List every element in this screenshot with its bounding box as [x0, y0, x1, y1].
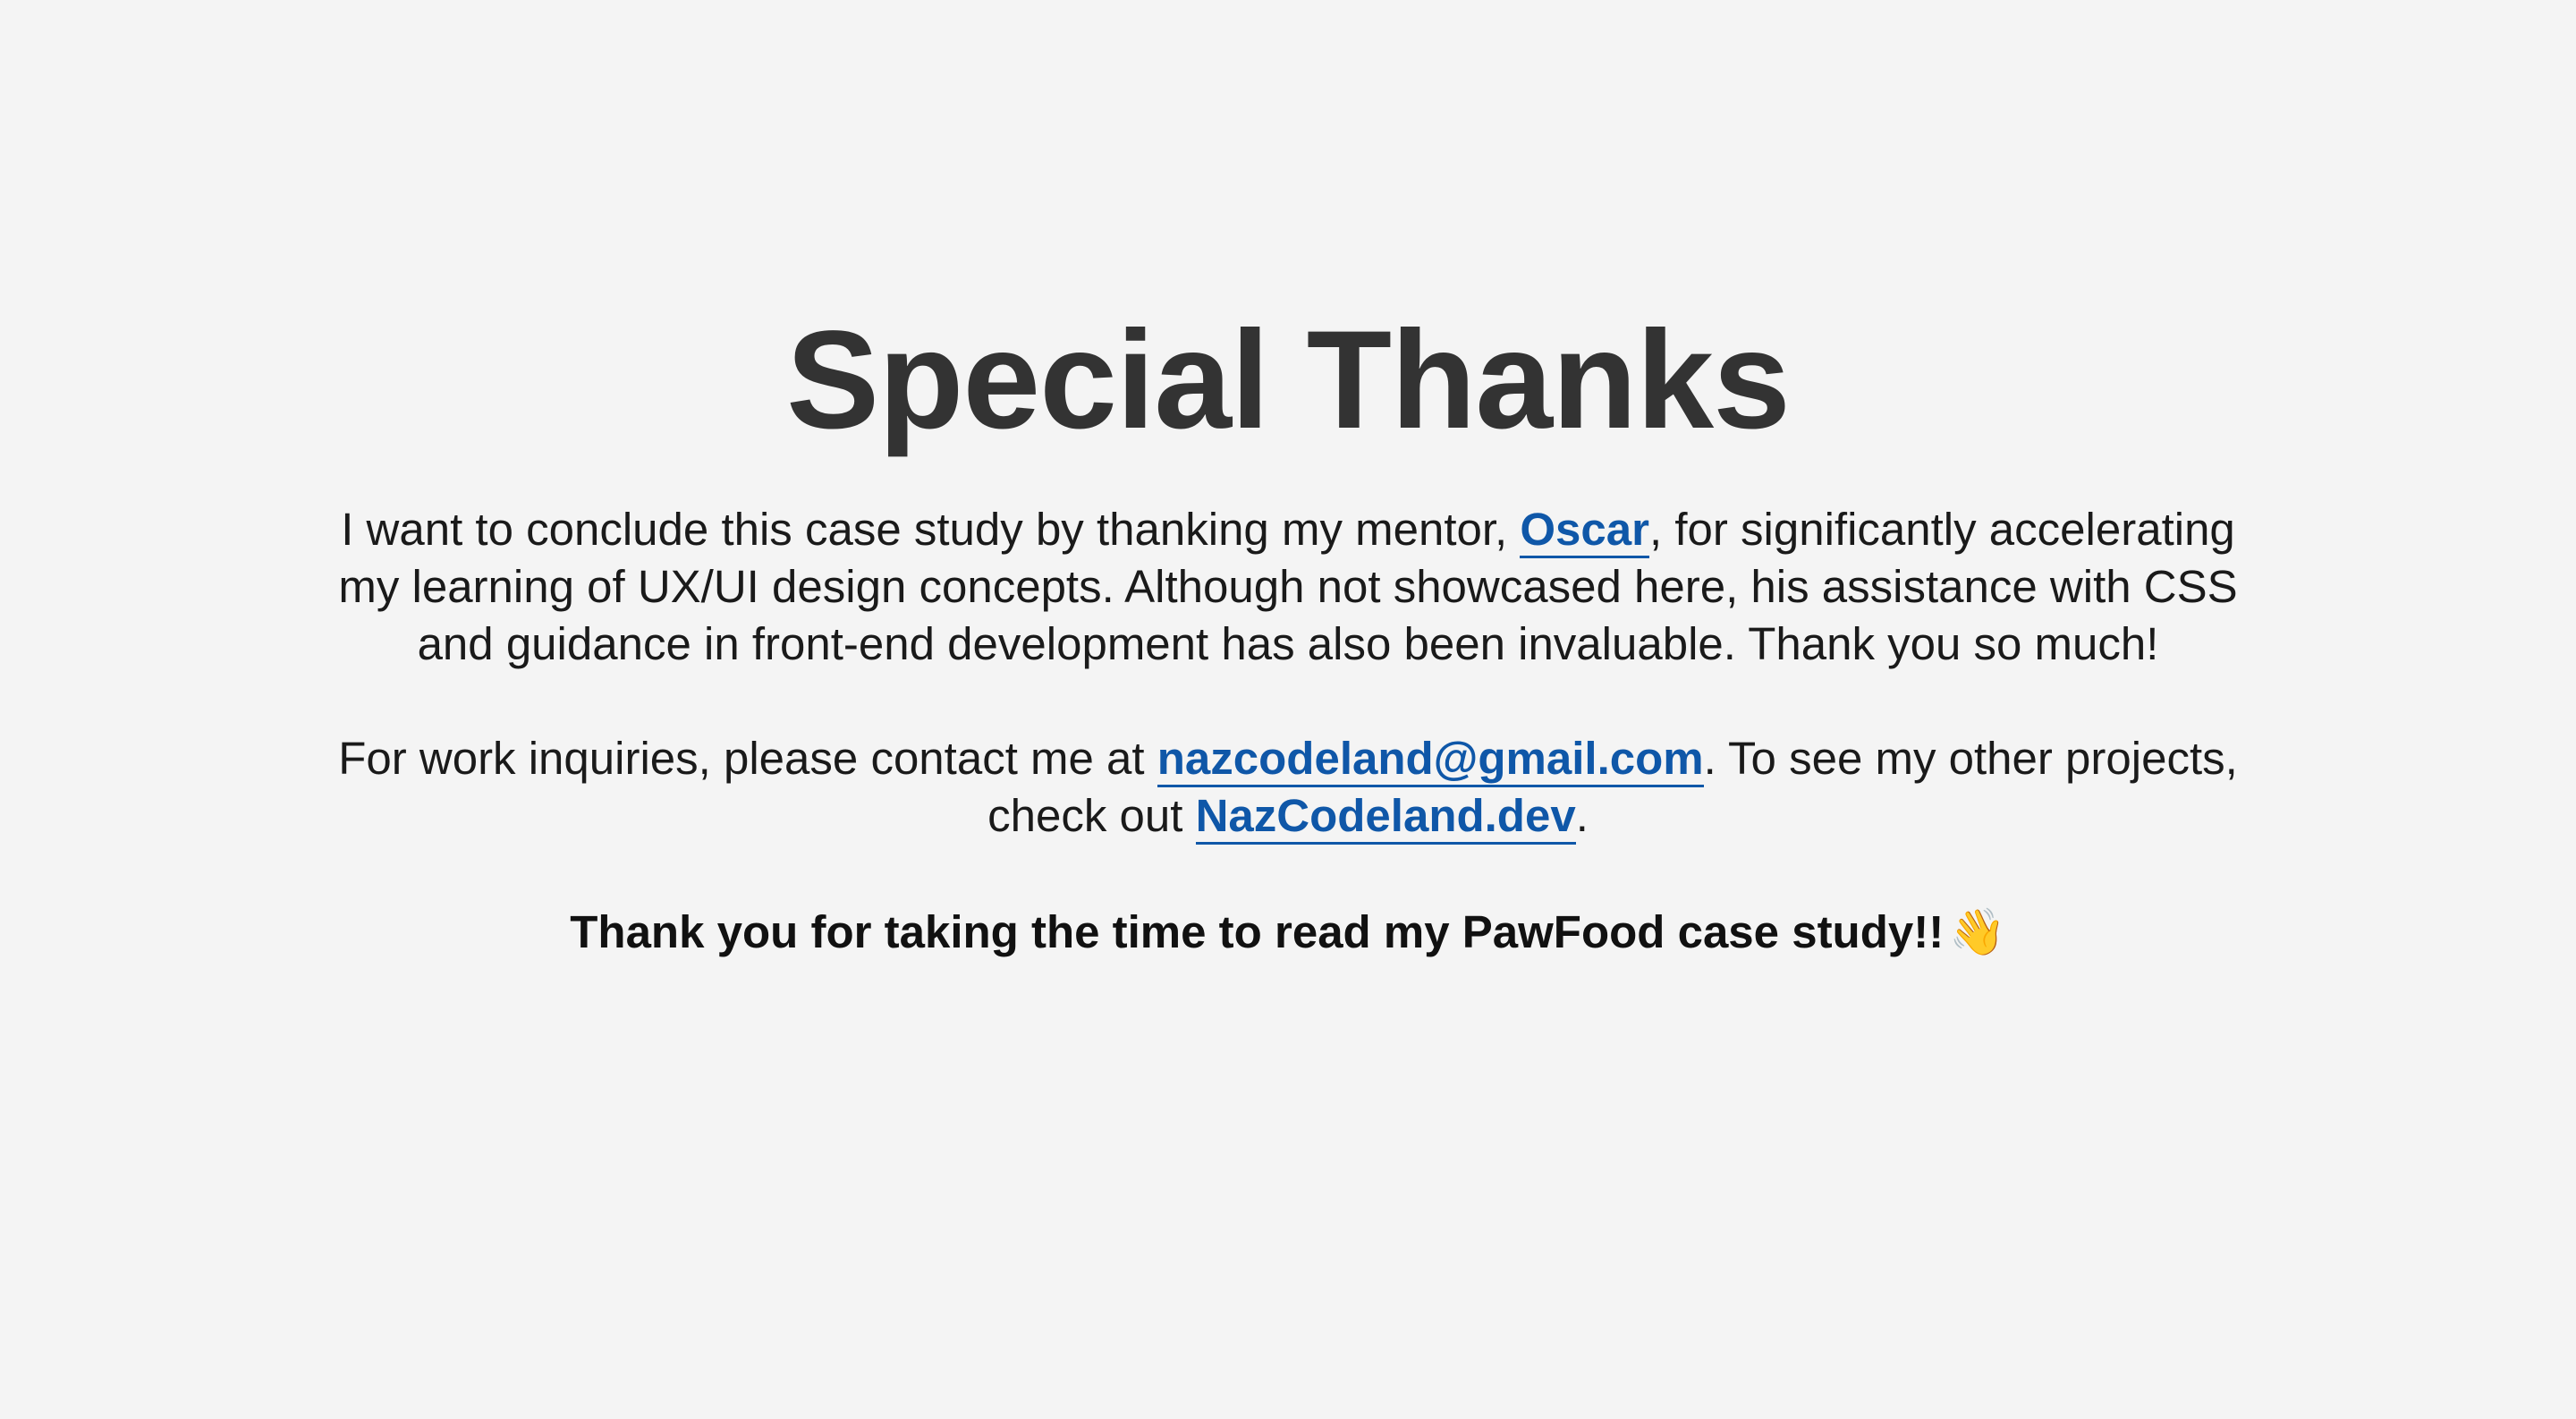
- closing-message: Thank you for taking the time to read my…: [322, 904, 2254, 962]
- contact-paragraph-intro: For work inquiries, please contact me at: [338, 733, 1157, 784]
- mentor-paragraph: I want to conclude this case study by th…: [322, 501, 2254, 673]
- special-thanks-section: Special Thanks I want to conclude this c…: [322, 304, 2254, 962]
- closing-message-text: Thank you for taking the time to read my…: [570, 906, 1945, 957]
- special-thanks-page: Special Thanks I want to conclude this c…: [0, 0, 2576, 1419]
- contact-paragraph-end: .: [1575, 790, 1589, 841]
- waving-hand-icon: 👋: [1949, 906, 2006, 959]
- contact-paragraph: For work inquiries, please contact me at…: [322, 730, 2254, 845]
- page-title: Special Thanks: [786, 302, 1791, 458]
- email-link[interactable]: nazcodeland@gmail.com: [1157, 733, 1704, 787]
- mentor-oscar-link[interactable]: Oscar: [1520, 504, 1649, 558]
- portfolio-site-link[interactable]: NazCodeland.dev: [1195, 790, 1576, 845]
- mentor-paragraph-intro: I want to conclude this case study by th…: [341, 504, 1521, 555]
